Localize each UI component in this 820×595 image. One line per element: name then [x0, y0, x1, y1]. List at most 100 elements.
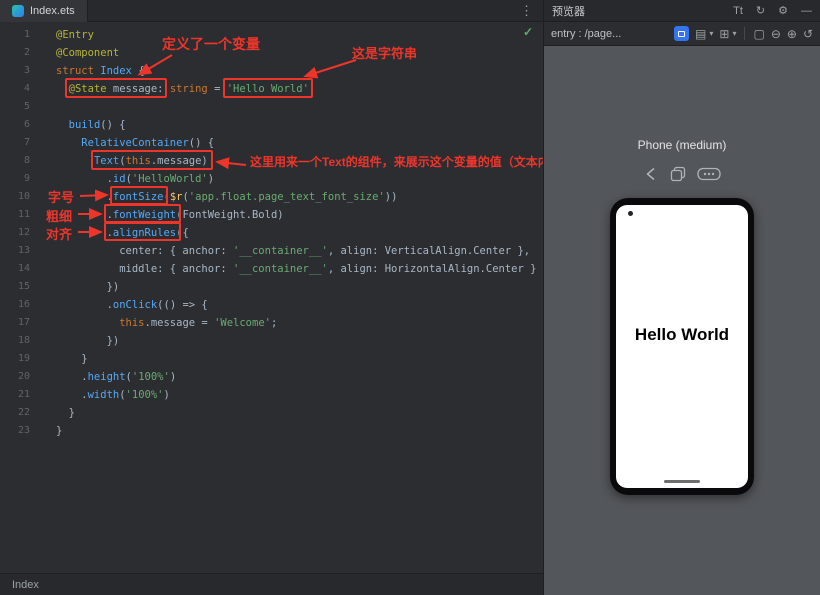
code-text: build() {: [30, 116, 126, 134]
line-number[interactable]: 19: [0, 350, 30, 368]
code-line[interactable]: 12 .alignRules({: [0, 224, 543, 242]
line-number[interactable]: 18: [0, 332, 30, 350]
code-line[interactable]: 23}: [0, 422, 543, 440]
code-line[interactable]: 20 .height('100%'): [0, 368, 543, 386]
ellipsis-icon: [697, 166, 721, 182]
line-number[interactable]: 4: [0, 80, 30, 98]
phone-screen-text[interactable]: Hello World: [616, 325, 748, 345]
line-number[interactable]: 14: [0, 260, 30, 278]
device-controls: [544, 166, 820, 182]
code-line[interactable]: 21 .width('100%'): [0, 386, 543, 404]
code-line[interactable]: 16 .onClick(() => {: [0, 296, 543, 314]
code-line[interactable]: 11 .fontWeight(FontWeight.Bold): [0, 206, 543, 224]
code-line[interactable]: 1@Entry: [0, 26, 543, 44]
preview-more-button[interactable]: [697, 166, 721, 182]
breadcrumb[interactable]: Index: [12, 579, 39, 591]
editor-pane: Index.ets ⋮ 1@Entry2@Component3struct In…: [0, 0, 543, 595]
line-number[interactable]: 8: [0, 152, 30, 170]
line-number[interactable]: 12: [0, 224, 30, 242]
entry-page-selector[interactable]: entry : /page...: [551, 28, 621, 40]
code-line[interactable]: 9 .id('HelloWorld'): [0, 170, 543, 188]
line-number[interactable]: 2: [0, 44, 30, 62]
line-number[interactable]: 10: [0, 188, 30, 206]
font-scale-icon[interactable]: Tt: [733, 5, 743, 17]
preview-pane: 预览器 Tt ↻ ⚙ — entry : /page... ▤ ▾ ⊞ ▾ ▢ …: [543, 0, 820, 595]
preview-back-button[interactable]: [643, 166, 659, 182]
phone-screen[interactable]: Hello World: [616, 205, 748, 488]
zoom-in-icon[interactable]: ⊕: [787, 28, 797, 40]
code-line[interactable]: 2@Component: [0, 44, 543, 62]
code-text: }): [30, 332, 119, 350]
line-number[interactable]: 6: [0, 116, 30, 134]
line-number[interactable]: 13: [0, 242, 30, 260]
line-number[interactable]: 1: [0, 26, 30, 44]
code-text: .fontSize($r('app.float.page_text_font_s…: [30, 188, 397, 206]
line-number[interactable]: 7: [0, 134, 30, 152]
chevron-down-icon[interactable]: ▾: [709, 30, 713, 38]
line-number[interactable]: 9: [0, 170, 30, 188]
code-line[interactable]: 5: [0, 98, 543, 116]
layers-icon[interactable]: ▤: [695, 28, 706, 40]
line-number[interactable]: 5: [0, 98, 30, 116]
code-line[interactable]: 14 middle: { anchor: '__container__', al…: [0, 260, 543, 278]
chevron-down-icon[interactable]: ▾: [732, 30, 736, 38]
line-number[interactable]: 20: [0, 368, 30, 386]
grid-view-icon[interactable]: ⊞: [719, 28, 729, 40]
inspector-icon[interactable]: [674, 26, 689, 41]
code-line[interactable]: 6 build() {: [0, 116, 543, 134]
rotate-icon[interactable]: ↺: [803, 28, 813, 40]
code-line[interactable]: 4 @State message: string = 'Hello World'…: [0, 80, 543, 98]
line-number[interactable]: 22: [0, 404, 30, 422]
code-text: .onClick(() => {: [30, 296, 208, 314]
minimize-icon[interactable]: —: [801, 5, 812, 17]
inspector-glyph: [678, 31, 685, 37]
code-editor: 1@Entry2@Component3struct Index {4 @Stat…: [0, 22, 543, 573]
code-line[interactable]: 3struct Index {: [0, 62, 543, 80]
code-line[interactable]: 17 this.message = 'Welcome';: [0, 314, 543, 332]
line-number[interactable]: 3: [0, 62, 30, 80]
frame-icon[interactable]: ▢: [753, 28, 764, 40]
code-line[interactable]: 15 }): [0, 278, 543, 296]
device-label: Phone (medium): [544, 138, 820, 152]
code-line[interactable]: 13 center: { anchor: '__container__', al…: [0, 242, 543, 260]
code-line[interactable]: 19 }: [0, 350, 543, 368]
line-number[interactable]: 21: [0, 386, 30, 404]
code-text: center: { anchor: '__container__', align…: [30, 242, 530, 260]
zoom-out-icon[interactable]: ⊖: [771, 28, 781, 40]
line-number[interactable]: 15: [0, 278, 30, 296]
code-text: middle: { anchor: '__container__', align…: [30, 260, 536, 278]
code-line[interactable]: 8 Text(this.message): [0, 152, 543, 170]
line-number[interactable]: 16: [0, 296, 30, 314]
code-text: [30, 98, 56, 116]
line-number[interactable]: 23: [0, 422, 30, 440]
editor-tab-bar: Index.ets ⋮: [0, 0, 543, 22]
status-bar: Index: [0, 573, 543, 595]
home-indicator: [664, 480, 700, 484]
previewer-title: 预览器: [552, 3, 585, 19]
code-text: .alignRules({: [30, 224, 189, 242]
multitask-icon: [670, 166, 686, 182]
tab-index-ets[interactable]: Index.ets: [0, 0, 88, 22]
divider: [744, 27, 745, 40]
code-text: .width('100%'): [30, 386, 170, 404]
line-number[interactable]: 17: [0, 314, 30, 332]
code-line[interactable]: 10 .fontSize($r('app.float.page_text_fon…: [0, 188, 543, 206]
settings-gear-icon[interactable]: ⚙: [778, 4, 788, 17]
line-number[interactable]: 11: [0, 206, 30, 224]
code-text: }: [30, 404, 75, 422]
more-options-icon[interactable]: ⋮: [510, 3, 543, 19]
preview-multitask-button[interactable]: [670, 166, 686, 182]
code-text: @Entry: [30, 26, 94, 44]
ets-file-icon: [12, 5, 24, 17]
camera-dot: [628, 211, 633, 216]
code-text: }: [30, 422, 62, 440]
code-line[interactable]: 18 }): [0, 332, 543, 350]
phone-mockup: Hello World: [610, 198, 754, 495]
inspection-check-icon: ✓: [523, 25, 533, 39]
code-text: RelativeContainer() {: [30, 134, 214, 152]
back-icon: [643, 166, 659, 182]
refresh-icon[interactable]: ↻: [756, 4, 765, 17]
tab-title: Index.ets: [30, 5, 75, 17]
code-line[interactable]: 22 }: [0, 404, 543, 422]
code-line[interactable]: 7 RelativeContainer() {: [0, 134, 543, 152]
